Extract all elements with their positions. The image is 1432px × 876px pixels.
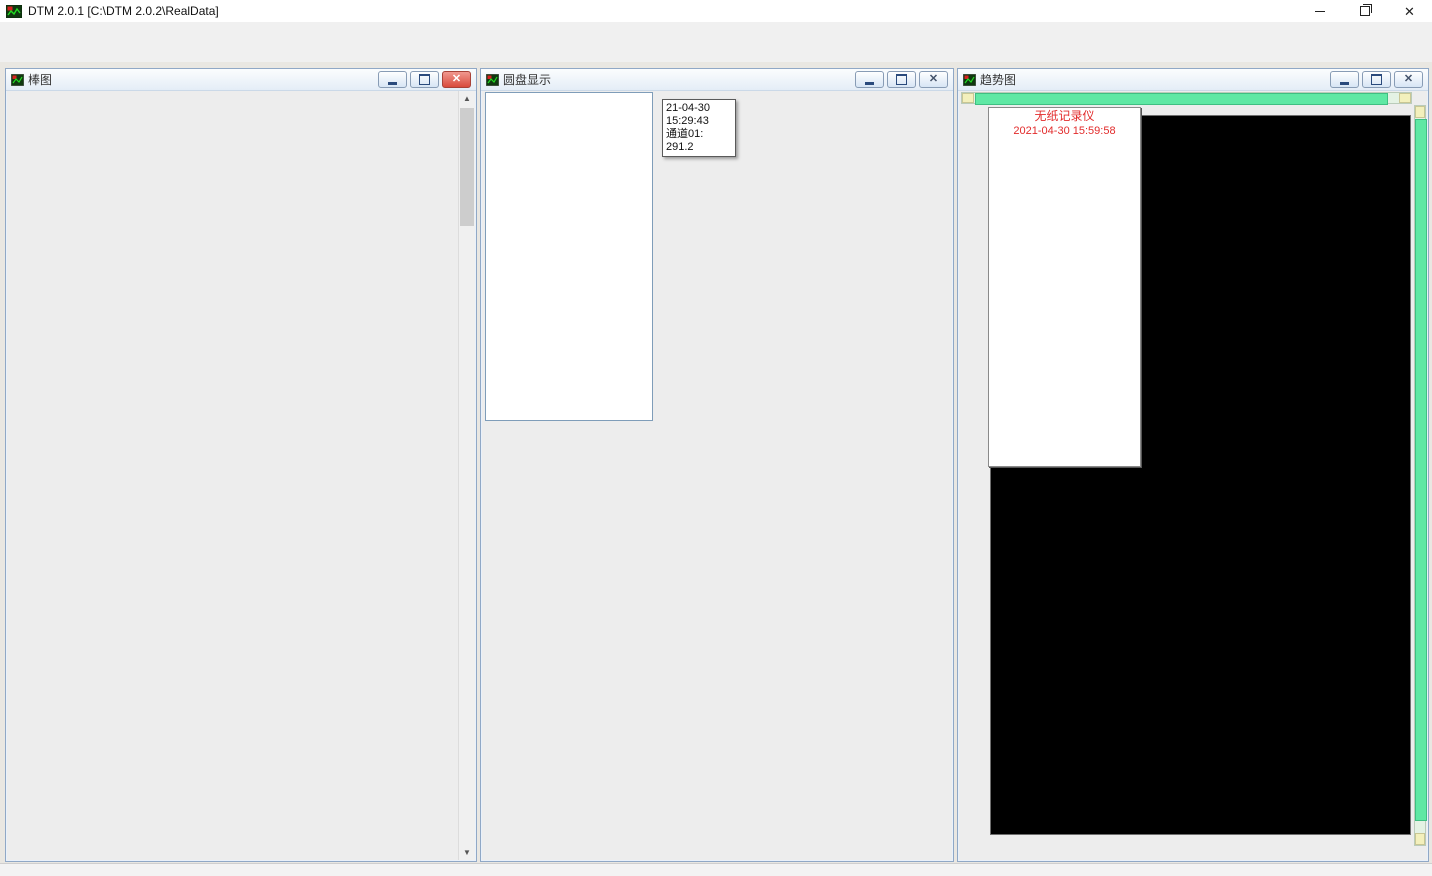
minimize-icon	[865, 82, 874, 85]
scrollbar-thumb[interactable]	[1415, 119, 1427, 821]
menubar	[0, 22, 1432, 40]
trend-y-axis	[959, 91, 988, 859]
restore-icon	[419, 74, 430, 85]
window-restore-button[interactable]	[1342, 0, 1387, 22]
restore-icon	[896, 74, 907, 85]
child-close-button[interactable]: ✕	[442, 71, 471, 88]
legend-timestamp: 2021-04-30 15:59:58	[989, 124, 1140, 139]
trend-chart-window-title: 趋势图	[980, 71, 1016, 88]
bar-chart-window-title: 棒图	[28, 71, 52, 88]
bar-chart-body: ▲ ▼	[7, 91, 475, 860]
child-restore-button[interactable]	[887, 71, 916, 88]
tooltip-value: 通道01: 291.2	[666, 128, 732, 154]
tooltip-time: 15:29:43	[666, 115, 732, 128]
scroll-up-arrow[interactable]	[1415, 106, 1425, 118]
disc-display-window-titlebar[interactable]: 圆盘显示 ✕	[481, 69, 953, 91]
child-restore-button[interactable]	[410, 71, 439, 88]
scrollbar-thumb[interactable]	[460, 108, 474, 226]
window-minimize-button[interactable]	[1297, 0, 1342, 22]
trend-chart-window-icon	[963, 74, 976, 86]
minimize-icon	[1340, 82, 1349, 85]
restore-icon	[1371, 74, 1382, 85]
child-restore-button[interactable]	[1362, 71, 1391, 88]
minimize-icon	[1315, 11, 1325, 12]
close-icon: ✕	[929, 74, 938, 85]
scroll-up-arrow-icon[interactable]: ▲	[459, 91, 475, 106]
window-close-button[interactable]: ✕	[1387, 0, 1432, 22]
toolbar	[0, 40, 1432, 63]
disc-display-body: 21-04-30 15:29:43 通道01: 291.2	[482, 91, 952, 860]
bar-window-scrollbar[interactable]: ▲ ▼	[458, 91, 475, 860]
disc-display-window: 圆盘显示 ✕ 21-04-30 15:29:43 通道01: 291.2	[480, 68, 954, 862]
trend-horizontal-scrollbar[interactable]	[961, 92, 1412, 104]
app-title: DTM 2.0.1 [C:\DTM 2.0.2\RealData]	[28, 4, 219, 18]
trend-chart-body: 无纸记录仪 2021-04-30 15:59:58	[959, 91, 1427, 860]
trend-chart-window: 趋势图 ✕	[957, 68, 1429, 862]
scroll-down-arrow-icon[interactable]: ▼	[459, 845, 475, 860]
child-close-button[interactable]: ✕	[919, 71, 948, 88]
bar-gauge-grid	[12, 93, 457, 860]
trend-vertical-scrollbar[interactable]	[1414, 105, 1426, 846]
child-minimize-button[interactable]	[378, 71, 407, 88]
disc-display-window-title: 圆盘显示	[503, 71, 551, 88]
scroll-right-arrow[interactable]	[1399, 93, 1411, 103]
mdi-workspace: 棒图 ✕ ▲ ▼ 圆盘显示	[0, 62, 1432, 863]
child-minimize-button[interactable]	[855, 71, 884, 88]
legend-title: 无纸记录仪	[989, 108, 1140, 124]
restore-icon	[1360, 6, 1370, 16]
trend-legend: 无纸记录仪 2021-04-30 15:59:58	[988, 107, 1141, 467]
polar-disc-chart	[590, 296, 952, 676]
close-icon: ✕	[1404, 5, 1415, 18]
disc-display-window-icon	[486, 74, 499, 86]
app-titlebar: DTM 2.0.1 [C:\DTM 2.0.2\RealData] ✕	[0, 0, 1432, 23]
close-icon: ✕	[1404, 74, 1413, 85]
trend-chart-window-titlebar[interactable]: 趋势图 ✕	[958, 69, 1428, 91]
minimize-icon	[388, 82, 397, 85]
app-icon	[6, 5, 22, 18]
scroll-down-arrow[interactable]	[1415, 833, 1425, 845]
close-icon: ✕	[452, 74, 461, 85]
child-close-button[interactable]: ✕	[1394, 71, 1423, 88]
child-minimize-button[interactable]	[1330, 71, 1359, 88]
bar-chart-window-titlebar[interactable]: 棒图 ✕	[6, 69, 476, 91]
tooltip-date: 21-04-30	[666, 102, 732, 115]
status-bar	[0, 863, 1432, 876]
bar-chart-window-icon	[11, 74, 24, 86]
value-tooltip: 21-04-30 15:29:43 通道01: 291.2	[662, 99, 736, 157]
scrollbar-thumb[interactable]	[975, 93, 1388, 105]
bar-chart-window: 棒图 ✕ ▲ ▼	[5, 68, 477, 862]
